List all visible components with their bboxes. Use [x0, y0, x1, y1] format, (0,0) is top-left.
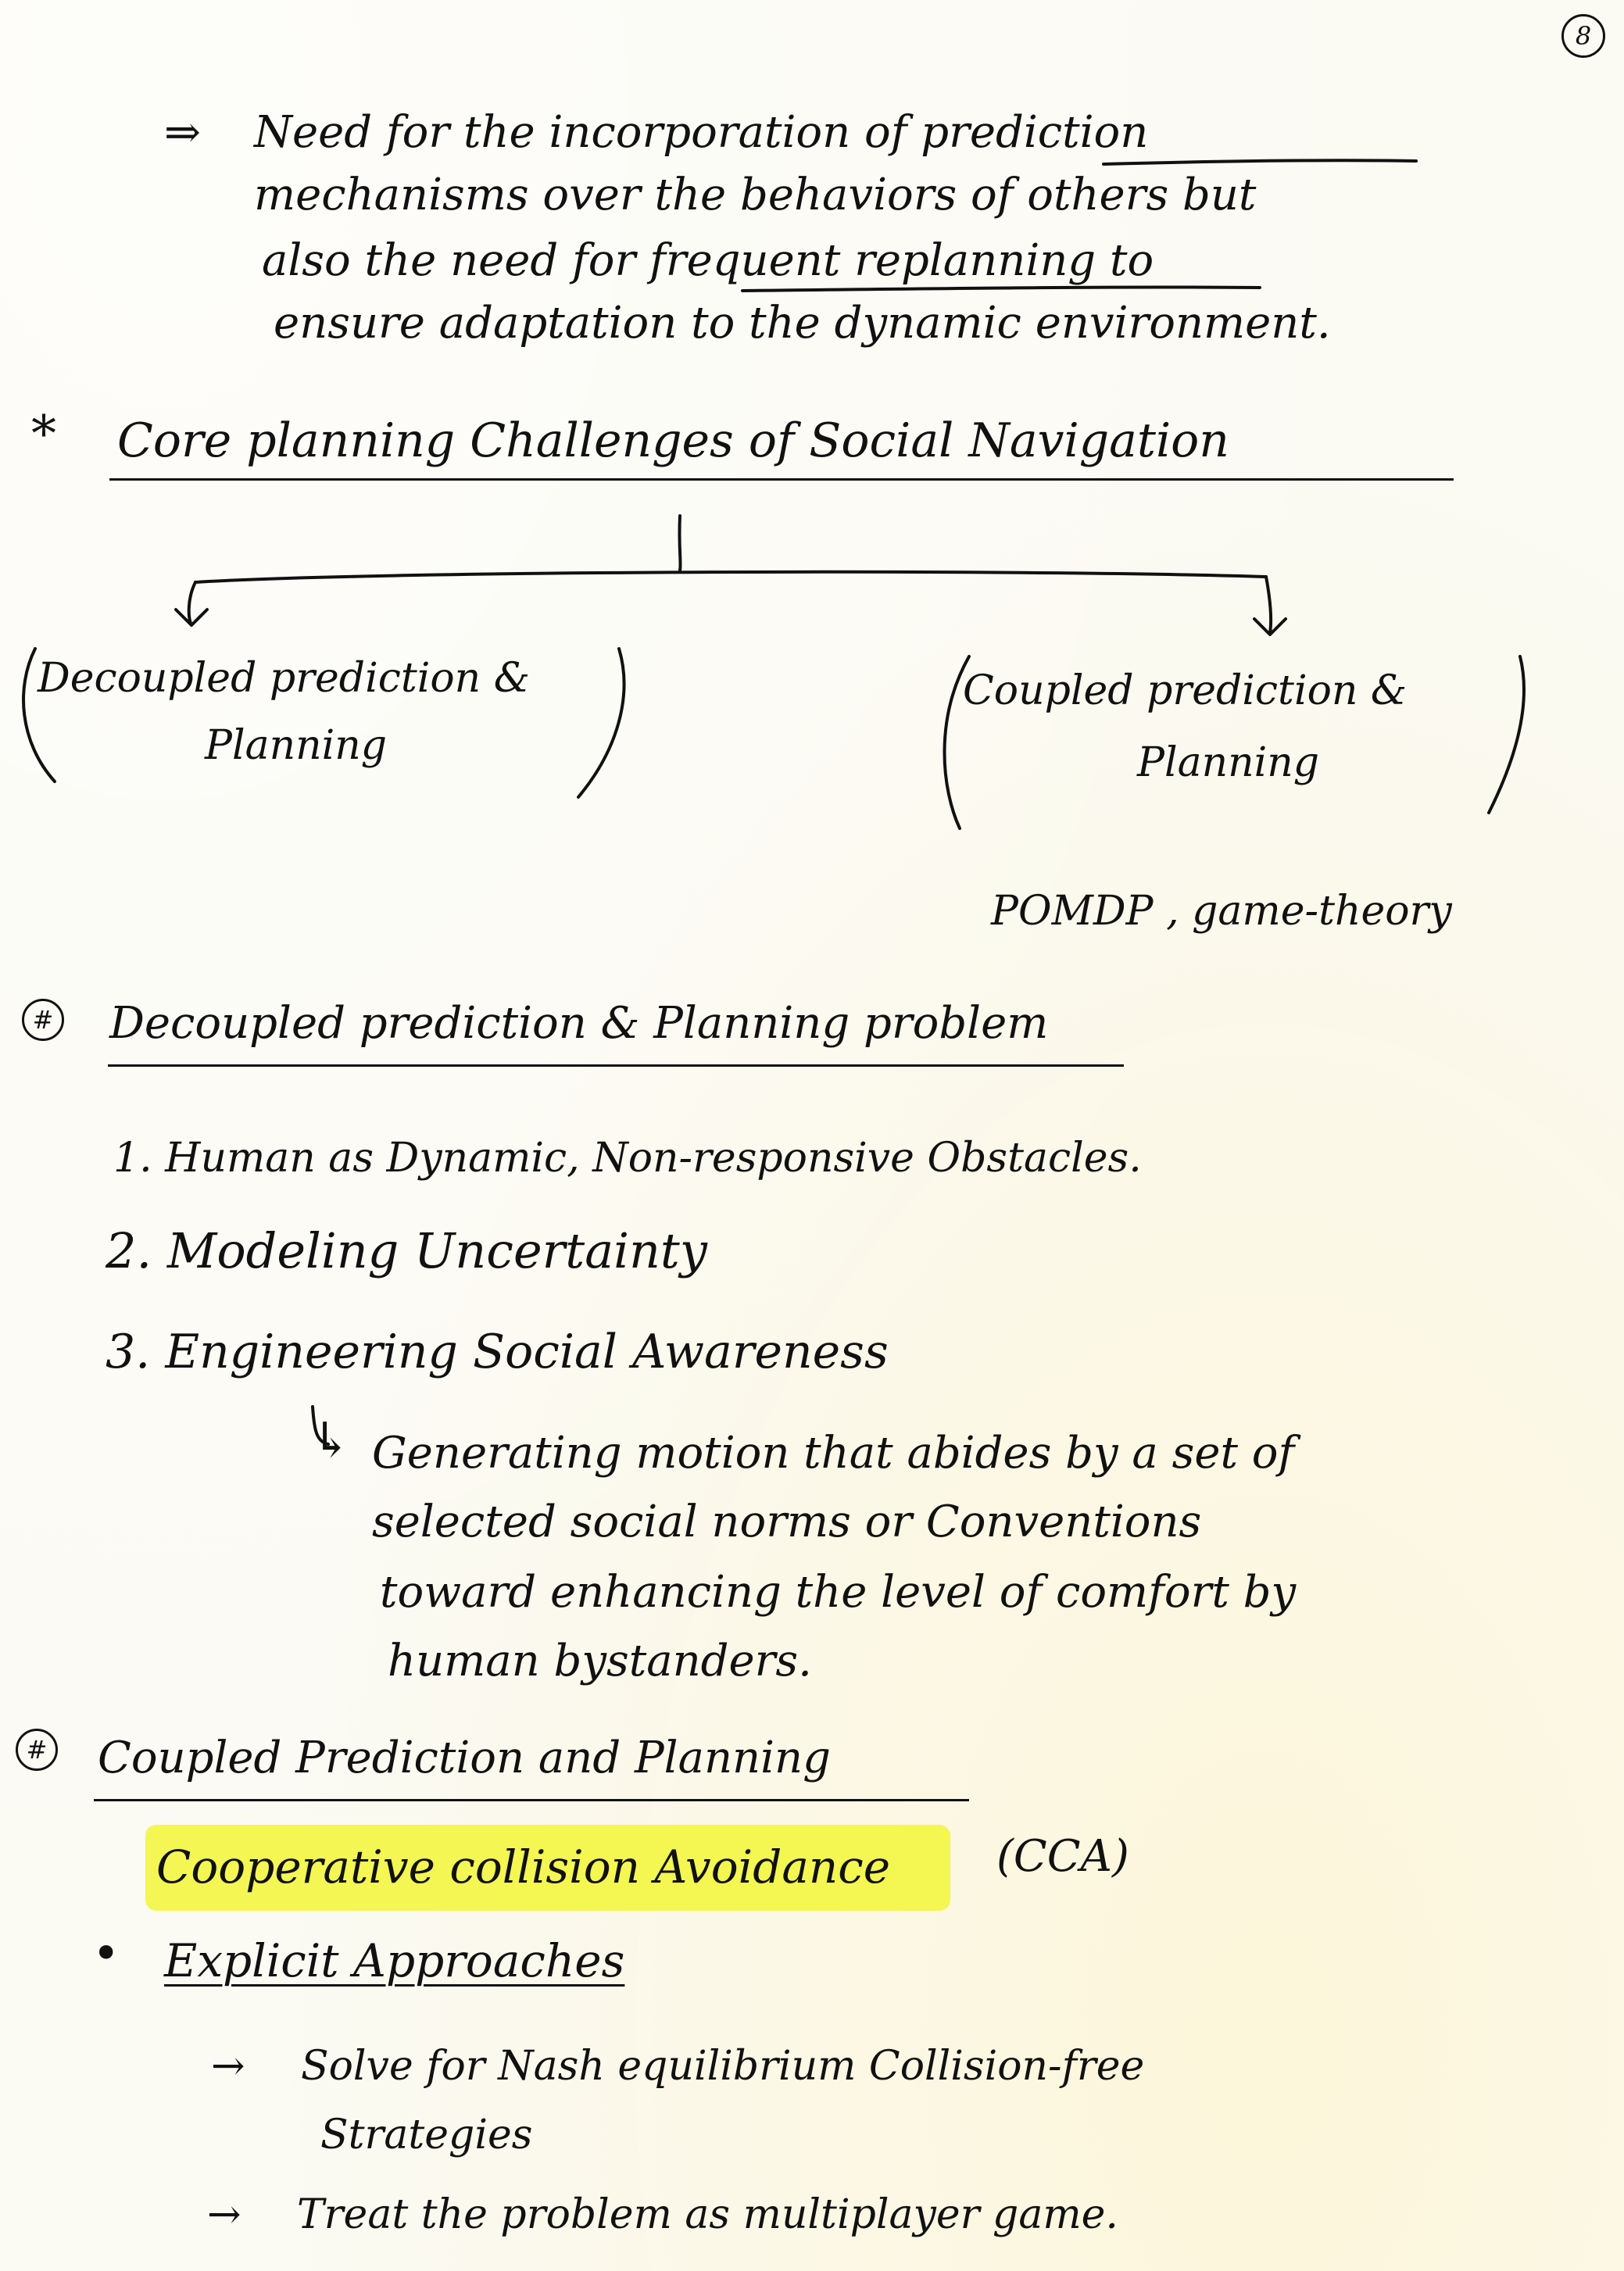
core-bullet: *	[31, 406, 56, 463]
decoupled-item-2: 2. Modeling Uncertainty	[106, 1222, 707, 1279]
point-2-line-1: Treat the problem as multiplayer game.	[297, 2191, 1118, 2238]
notebook-page: 8 ⇒ Need for the incorporation of predic…	[0, 0, 1624, 2271]
left-branch-stem	[187, 581, 197, 627]
decoupled-heading-underline	[108, 1064, 1124, 1067]
right-close-paren	[1487, 655, 1526, 814]
point-1-line-2: Strategies	[320, 2112, 533, 2158]
intro-line-1: Need for the incorporation of prediction	[254, 107, 1149, 158]
decoupled-sub-arrow: ↳	[311, 1411, 352, 1468]
cca-acronym: (CCA)	[996, 1831, 1129, 1882]
intro-line-3: also the need for frequent replanning to	[262, 235, 1154, 286]
brace-stem	[678, 514, 682, 572]
intro-line-2: mechanisms over the behaviors of others …	[254, 170, 1257, 220]
left-branch-line-1: Decoupled prediction &	[38, 655, 530, 702]
page-number: 8	[1561, 14, 1605, 58]
page-number-label: 8	[1575, 21, 1592, 51]
decoupled-sub-line-1: Generating motion that abides by a set o…	[372, 1428, 1295, 1479]
right-arrowhead	[1253, 617, 1287, 636]
intro-line-4: ensure adaptation to the dynamic environ…	[274, 298, 1331, 349]
coupled-heading: Coupled Prediction and Planning	[98, 1733, 831, 1783]
intro-underline-replanning	[741, 285, 1261, 292]
explicit-heading: Explicit Approaches	[164, 1934, 625, 1987]
brace-bar	[194, 570, 1268, 584]
left-arrowhead	[174, 608, 209, 627]
point-1-arrow: →	[211, 2043, 245, 2090]
coupled-marker-glyph: #	[26, 1735, 48, 1765]
decoupled-heading: Decoupled prediction & Planning problem	[109, 998, 1049, 1049]
left-branch-line-2: Planning	[205, 722, 388, 769]
point-1-line-1: Solve for Nash equilibrium Collision-fre…	[301, 2043, 1145, 2090]
decoupled-sub-line-4: human bystanders.	[388, 1636, 812, 1686]
decoupled-sub-line-3: toward enhancing the level of comfort by	[380, 1567, 1297, 1618]
cca-term: Cooperative collision Avoidance	[156, 1840, 891, 1894]
decoupled-item-1: 1. Human as Dynamic, Non-responsive Obst…	[113, 1135, 1142, 1182]
left-close-paren	[577, 647, 626, 799]
intro-arrow: ⇒	[164, 107, 201, 158]
right-branch-note: POMDP , game-theory	[991, 888, 1452, 935]
decoupled-marker-glyph: #	[32, 1005, 54, 1035]
decoupled-sub-line-2: selected social norms or Conventions	[372, 1497, 1202, 1547]
core-heading-underline	[109, 478, 1454, 481]
coupled-heading-underline	[94, 1799, 969, 1801]
point-2-arrow: →	[207, 2191, 241, 2238]
right-branch-stem	[1265, 575, 1273, 635]
core-heading: Core planning Challenges of Social Navig…	[117, 413, 1229, 468]
decoupled-item-3: 3. Engineering Social Awareness	[106, 1325, 889, 1379]
intro-underline-prediction	[1102, 159, 1418, 166]
right-branch-line-1: Coupled prediction &	[963, 667, 1408, 714]
decoupled-marker: #	[22, 999, 64, 1041]
right-branch-line-2: Planning	[1137, 739, 1320, 786]
coupled-marker: #	[16, 1729, 58, 1771]
explicit-bullet: •	[92, 1926, 120, 1981]
